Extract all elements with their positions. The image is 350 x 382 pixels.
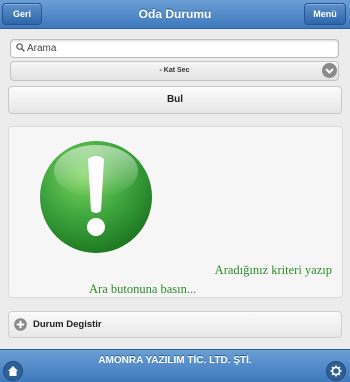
result-panel: Aradığınız kriteri yazıp Ara butonuna ba…: [8, 126, 343, 298]
settings-button[interactable]: [326, 361, 346, 381]
footer-bar: AMONRA YAZILIM TİC. LTD. ŞTİ.: [0, 349, 350, 382]
exclamation-icon: [40, 141, 152, 253]
home-icon: [8, 366, 18, 376]
header-bar: Geri Oda Durumu Menü: [0, 0, 350, 29]
search-button[interactable]: Bul: [8, 86, 342, 114]
hint-text-line2: Ara butonuna basın...: [89, 282, 197, 296]
plus-circle-icon: [14, 318, 27, 331]
page-title: Oda Durumu: [138, 7, 212, 21]
gear-icon: [330, 365, 342, 377]
search-input[interactable]: [27, 40, 327, 57]
floor-select-value: - Kat Sec: [159, 67, 190, 74]
search-box: [10, 39, 339, 58]
menu-button[interactable]: Menü: [304, 3, 346, 25]
hint-text-line1: Aradığınız kriteri yazıp: [214, 263, 332, 277]
chevron-down-icon: [322, 63, 337, 78]
status-change-collapsible[interactable]: Durum Degistir: [8, 311, 342, 338]
home-button[interactable]: [3, 361, 23, 381]
floor-select[interactable]: - Kat Sec: [10, 61, 339, 81]
search-icon: [16, 43, 25, 52]
company-name: AMONRA YAZILIM TİC. LTD. ŞTİ.: [98, 355, 252, 366]
collapsible-label: Durum Degistir: [33, 319, 102, 330]
